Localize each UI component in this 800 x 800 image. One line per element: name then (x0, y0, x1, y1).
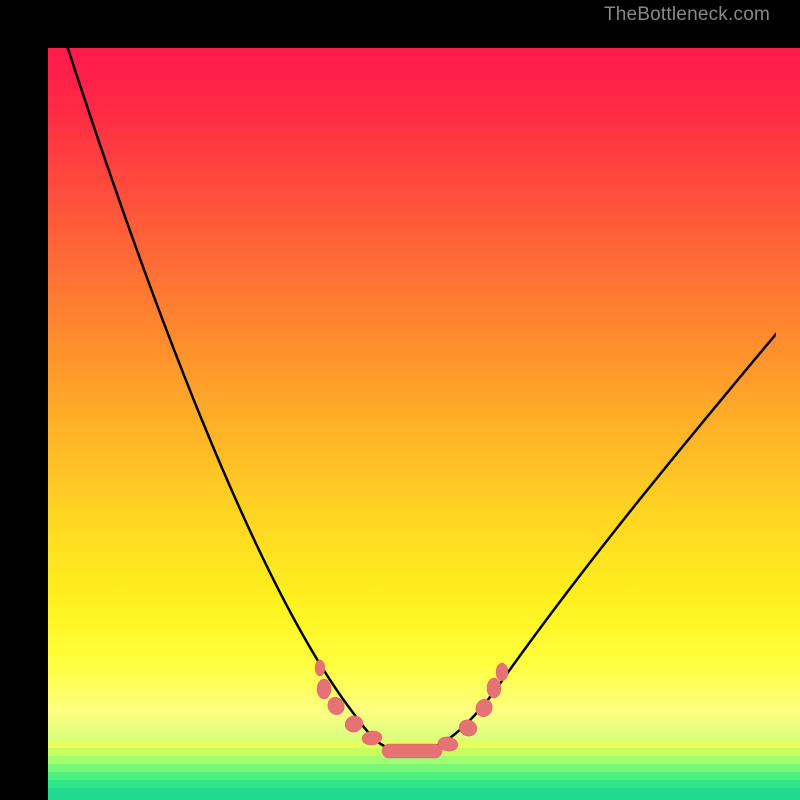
watermark-text: TheBottleneck.com (604, 4, 770, 26)
chart-frame (0, 0, 800, 800)
plot-background-gradient (48, 48, 800, 800)
bottom-green-bands (48, 740, 800, 800)
